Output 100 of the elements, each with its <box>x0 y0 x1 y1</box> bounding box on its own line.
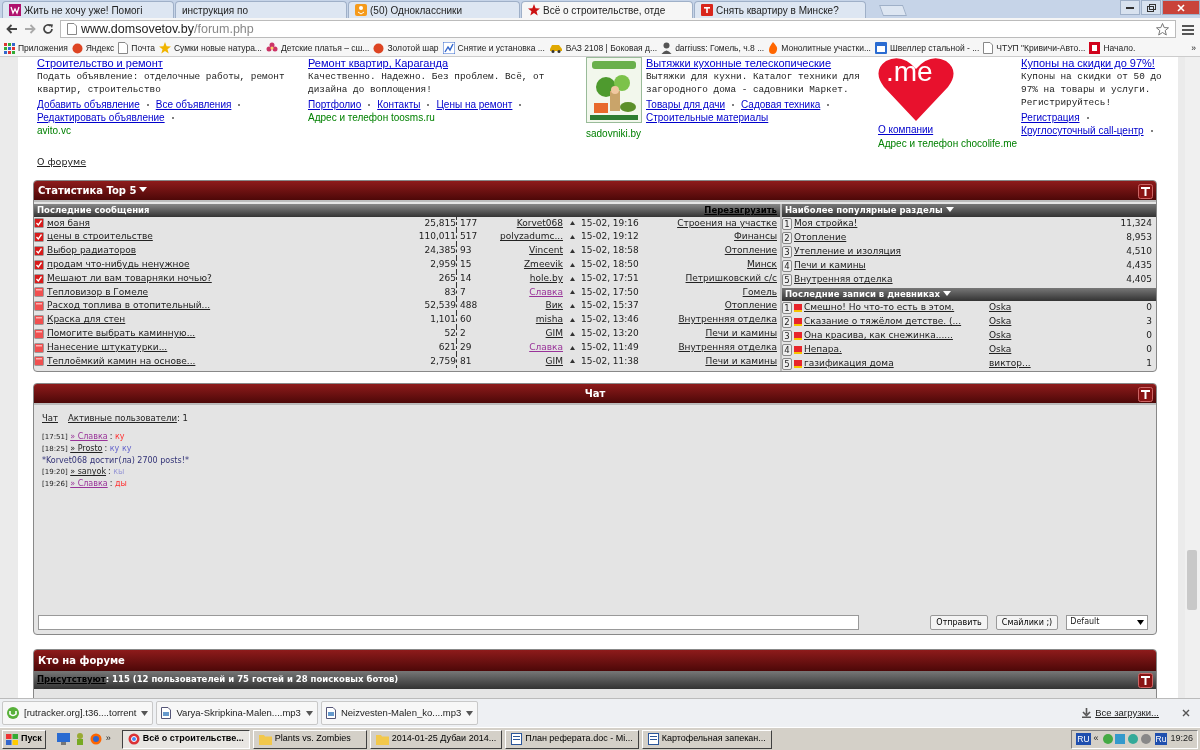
ad-link[interactable]: Добавить объявление <box>37 99 140 110</box>
bookmark[interactable]: Яндекс <box>71 41 115 55</box>
author-link[interactable]: hole.by <box>529 271 563 286</box>
ad-link[interactable]: Портфолио <box>308 99 362 110</box>
ad-link[interactable]: Контакты <box>377 99 421 110</box>
bookmark[interactable]: Золотой шар <box>373 41 439 55</box>
close-icon[interactable] <box>1182 709 1190 717</box>
ad-link[interactable]: Садовая техника <box>741 99 821 110</box>
section-link[interactable]: Утепление и изоляция <box>794 244 901 259</box>
arrow-up-icon[interactable] <box>569 331 575 336</box>
browser-tab[interactable]: (50) Одноклассники <box>348 1 520 18</box>
forum-link[interactable]: Отопление <box>724 244 780 258</box>
ad-title[interactable]: Купоны на скидки до 97%! <box>1021 57 1168 70</box>
author-link[interactable]: виктор... <box>989 356 1031 371</box>
arrow-up-icon[interactable] <box>569 304 575 309</box>
caret-icon[interactable] <box>942 291 951 297</box>
topic-link[interactable]: Теплоёмкий камин на основе... <box>47 355 196 366</box>
author-link[interactable]: Oska <box>989 300 1012 315</box>
ad-title[interactable]: Строительство и ремонт <box>37 57 302 70</box>
author-link[interactable]: Славка <box>529 340 563 355</box>
ad-link[interactable]: Все объявления <box>155 99 232 110</box>
chat-tab[interactable]: Активные пользователи <box>68 412 177 423</box>
browser-tab[interactable]: Всё о строительстве, отде <box>521 1 693 18</box>
toggle-icon[interactable] <box>1138 386 1153 402</box>
ad-domain[interactable]: sadovniki.by <box>586 127 642 140</box>
bookmark[interactable]: Почта <box>118 41 155 55</box>
ad-link[interactable]: Цены на ремонт <box>436 99 513 110</box>
download-item[interactable]: Varya-Skripkina-Malen....mp3 <box>156 701 318 725</box>
bookmark[interactable]: Детские платья – сш... <box>265 41 370 55</box>
back-icon[interactable] <box>6 24 18 34</box>
author-link[interactable]: GIM <box>545 327 563 341</box>
bookmark[interactable]: Начало. <box>1089 41 1136 55</box>
author-link[interactable]: GIM <box>545 354 563 369</box>
heart-logo[interactable]: .me <box>878 57 954 123</box>
style-select[interactable]: Default <box>1066 614 1148 630</box>
caret-icon[interactable] <box>139 187 148 193</box>
taskbar-button[interactable]: Всё о строительстве... <box>121 729 250 749</box>
section-link[interactable]: Печи и камины <box>794 258 866 273</box>
smileys-button[interactable]: Смайлики ;) <box>995 614 1059 630</box>
download-item[interactable]: [rutracker.org].t36....torrent <box>2 701 154 725</box>
forum-link[interactable]: Внутренняя отделка <box>678 340 780 355</box>
author-link[interactable]: Славка <box>529 285 563 300</box>
forum-link[interactable]: Строения на участке <box>677 216 780 231</box>
bookmark[interactable]: Швеллер стальной - ... <box>874 41 980 55</box>
ad-title[interactable]: Ремонт квартир, Караганда <box>308 57 570 70</box>
toggle-icon[interactable] <box>1138 183 1153 199</box>
section-link[interactable]: Моя стройка! <box>794 216 858 231</box>
bookmark[interactable]: Сумки новые натура... <box>158 41 262 55</box>
ad-address[interactable]: Адрес и телефон chocolife.me <box>878 137 1018 150</box>
diary-link[interactable]: газификация дома <box>804 357 894 368</box>
author-link[interactable]: Korvet068 <box>516 216 563 231</box>
ad-title[interactable]: Вытяжки кухонные телескопические <box>646 57 876 70</box>
minimize-button[interactable] <box>1120 0 1140 15</box>
ad-address[interactable]: avito.vc <box>37 124 302 137</box>
diary-link[interactable]: Сказание о тяжёлом детстве. (... <box>804 315 962 326</box>
topic-link[interactable]: моя баня <box>47 217 90 228</box>
topic-link[interactable]: Краска для стен <box>47 314 126 325</box>
author-link[interactable]: Oska <box>989 342 1012 357</box>
topic-link[interactable]: Расход топлива в отопительный... <box>47 300 211 311</box>
browser-tab[interactable]: Жить не хочу уже! Помогі <box>2 1 174 18</box>
author-link[interactable]: Oska <box>989 314 1012 329</box>
forum-link[interactable]: Печи и камины <box>705 327 780 341</box>
taskbar-button[interactable]: Plants vs. Zombies <box>252 729 367 749</box>
forum-link[interactable]: Отопление <box>724 299 780 313</box>
taskbar-button[interactable]: План реферата.doc - Mi... <box>505 729 639 749</box>
taskbar-button[interactable]: 2014-01-25 Дубаи 2014... <box>369 729 503 749</box>
user-link[interactable]: » Prosto <box>70 444 103 454</box>
arrow-up-icon[interactable] <box>569 317 575 322</box>
author-link[interactable]: polyzadumc... <box>500 230 563 244</box>
bookmark[interactable]: darriuss: Гомель, ч.8 ... <box>661 41 765 55</box>
menu-icon[interactable] <box>1182 23 1194 35</box>
arrow-up-icon[interactable] <box>569 235 575 240</box>
maximize-button[interactable] <box>1141 0 1161 15</box>
ad-link[interactable]: Строительные материалы <box>646 112 769 123</box>
author-link[interactable]: Вик <box>545 299 563 313</box>
diary-link[interactable]: Непара. <box>804 343 842 354</box>
topic-link[interactable]: Мешают ли вам товарняки ночью? <box>47 272 212 283</box>
address-bar[interactable]: www.domsovetov.by/forum.php <box>60 20 1176 38</box>
scrollbar[interactable] <box>1185 57 1200 698</box>
user-link[interactable]: » Славка <box>70 479 108 489</box>
bookmark[interactable]: Приложения <box>4 41 68 55</box>
ad-link[interactable]: Товары для дачи <box>646 99 725 110</box>
author-link[interactable]: misha <box>535 313 563 327</box>
reload-icon[interactable] <box>42 23 54 35</box>
arrow-up-icon[interactable] <box>569 221 575 226</box>
desktop-icon[interactable] <box>56 733 70 745</box>
diary-link[interactable]: Смешно! Но что-то есть в этом. <box>804 301 955 312</box>
section-link[interactable]: Внутренняя отделка <box>794 272 893 287</box>
message-input[interactable] <box>38 614 860 630</box>
ad-link[interactable]: Круглосуточный call-центр <box>1021 125 1144 136</box>
language-indicator[interactable]: RU <box>1076 732 1091 746</box>
topic-link[interactable]: цены в строительстве <box>47 231 153 242</box>
topic-link[interactable]: Помогите выбрать каминную... <box>47 328 196 338</box>
ad-link[interactable]: Редактировать объявление <box>37 112 165 123</box>
section-link[interactable]: Отопление <box>794 230 847 245</box>
chat-tab[interactable]: Чат <box>42 411 58 425</box>
forum-link[interactable]: Финансы <box>734 230 780 244</box>
more-button[interactable]: » <box>105 732 111 746</box>
user-link[interactable]: » Славка <box>70 432 108 442</box>
language-indicator[interactable]: Ru <box>1154 732 1168 746</box>
